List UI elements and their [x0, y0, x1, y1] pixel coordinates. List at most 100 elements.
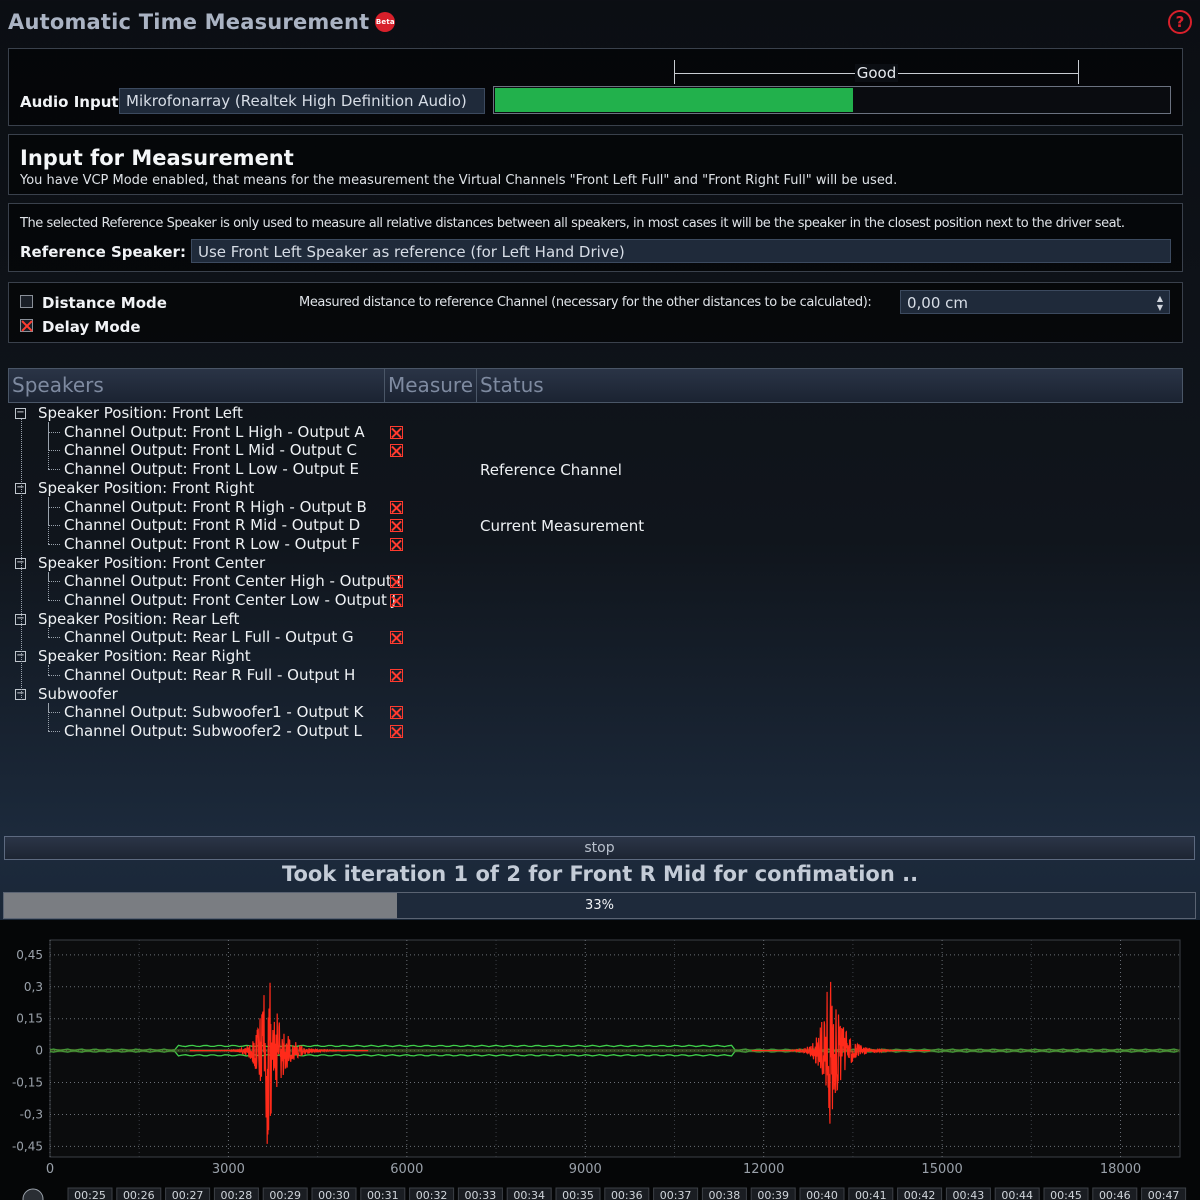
measurement-progress-bar: 33% — [3, 892, 1196, 919]
speaker-position-row[interactable]: Speaker Position: Rear Left — [38, 610, 239, 628]
distance-spinbox[interactable]: 0,00 cm ▲ ▼ — [900, 290, 1170, 314]
help-icon[interactable]: ? — [1168, 10, 1192, 34]
channel-output-row[interactable]: Channel Output: Front R High - Output B — [64, 498, 367, 516]
timeline-label: 00:27 — [172, 1189, 204, 1200]
timeline-label: 00:45 — [1050, 1189, 1082, 1200]
timeline-label: 00:37 — [660, 1189, 692, 1200]
speaker-position-row[interactable]: Subwoofer — [38, 685, 118, 703]
x-tick-label: 9000 — [569, 1162, 602, 1177]
y-tick-label: -0,3 — [20, 1107, 43, 1121]
tree-item-label: Speaker Position: Front Right — [38, 478, 255, 497]
measure-checkbox[interactable] — [390, 444, 403, 458]
y-tick-label: 0,15 — [16, 1012, 43, 1026]
measurement-input-description: You have VCP Mode enabled, that means fo… — [20, 173, 898, 188]
tree-item-label: Channel Output: Front Center High - Outp… — [64, 572, 401, 591]
channel-output-row[interactable]: Channel Output: Front R Low - Output F — [64, 535, 360, 553]
timeline-label: 00:32 — [416, 1189, 448, 1200]
channel-output-row[interactable]: Channel Output: Front L Mid - Output C — [64, 441, 357, 459]
y-tick-label: -0,45 — [12, 1139, 43, 1153]
tree-item-label: Channel Output: Rear R Full - Output H — [64, 665, 356, 684]
x-tick-label: 15000 — [921, 1162, 962, 1177]
distance-mode-checkbox[interactable] — [20, 295, 33, 308]
distance-label: Measured distance to reference Channel (… — [299, 295, 872, 310]
timeline-label: 00:30 — [318, 1189, 350, 1200]
speaker-position-row[interactable]: Speaker Position: Front Left — [38, 404, 243, 422]
collapse-toggle-icon[interactable]: − — [15, 408, 26, 419]
timeline-label: 00:36 — [611, 1189, 643, 1200]
measure-checkbox[interactable] — [390, 594, 403, 607]
delay-mode-label: Delay Mode — [42, 318, 141, 336]
speaker-position-row[interactable]: Speaker Position: Front Center — [38, 554, 265, 572]
tree-item-label: Speaker Position: Rear Left — [38, 609, 240, 628]
column-speakers[interactable]: Speakers — [9, 369, 385, 402]
timeline-label: 00:31 — [367, 1189, 399, 1200]
channel-output-row[interactable]: Channel Output: Rear L Full - Output G — [64, 628, 354, 646]
reference-speaker-select[interactable]: Use Front Left Speaker as reference (for… — [191, 239, 1171, 263]
column-status[interactable]: Status — [477, 369, 1177, 402]
y-tick-label: 0 — [35, 1044, 43, 1058]
progress-label: 33% — [585, 898, 614, 913]
delay-mode-checkbox[interactable] — [20, 319, 33, 332]
channel-output-row[interactable]: Channel Output: Front Center Low - Outpu… — [64, 591, 396, 609]
level-good-range: Good — [674, 60, 1079, 84]
channel-output-row[interactable]: Channel Output: Front Center High - Outp… — [64, 572, 401, 590]
audio-input-label: Audio Input: — [20, 93, 125, 111]
column-measure[interactable]: Measure — [385, 369, 477, 402]
tree-item-label: Channel Output: Front R Low - Output F — [64, 534, 361, 553]
y-tick-label: 0,45 — [16, 948, 43, 962]
tree-item-label: Speaker Position: Rear Right — [38, 647, 251, 666]
x-tick-label: 18000 — [1100, 1162, 1141, 1177]
measure-checkbox[interactable] — [390, 724, 403, 738]
measure-checkbox[interactable] — [390, 519, 403, 533]
timeline-label: 00:25 — [74, 1189, 106, 1200]
measure-checkbox[interactable] — [390, 500, 403, 514]
tree-item-label: Channel Output: Front L Low - Output E — [64, 460, 359, 479]
distance-value: 0,00 cm — [907, 294, 969, 312]
channel-output-row[interactable]: Channel Output: Front L High - Output A — [64, 423, 365, 441]
x-tick-label: 0 — [46, 1162, 54, 1177]
channel-output-row[interactable]: Channel Output: Rear R Full - Output H — [64, 666, 355, 684]
page-title-text: Automatic Time Measurement — [8, 10, 370, 34]
audio-level-meter — [493, 86, 1171, 114]
timeline-label: 00:34 — [513, 1189, 545, 1200]
timeline-label: 00:39 — [757, 1189, 789, 1200]
measure-checkbox[interactable] — [390, 575, 403, 589]
measure-checkbox[interactable] — [390, 668, 403, 682]
timeline-label: 00:47 — [1148, 1189, 1180, 1200]
spinner-arrows-icon[interactable]: ▲ ▼ — [1157, 294, 1163, 312]
channel-output-row[interactable]: Channel Output: Subwoofer1 - Output K — [64, 703, 363, 721]
tree-item-label: Speaker Position: Front Left — [38, 404, 243, 422]
speaker-position-row[interactable]: Speaker Position: Front Right — [38, 479, 254, 497]
speakers-table-header: Speakers Measure Status — [8, 368, 1183, 403]
reference-note: The selected Reference Speaker is only u… — [20, 216, 1125, 231]
channel-output-row[interactable]: Channel Output: Subwoofer2 - Output L — [64, 722, 362, 740]
measure-checkbox[interactable] — [390, 631, 403, 645]
page-title: Automatic Time Measurement Beta — [8, 10, 396, 34]
tree-item-label: Subwoofer — [38, 684, 118, 703]
timeline-label: 00:33 — [465, 1189, 497, 1200]
distance-mode-label: Distance Mode — [42, 294, 167, 312]
audio-input-select[interactable]: Mikrofonarray (Realtek High Definition A… — [119, 88, 485, 114]
measure-checkbox[interactable] — [390, 425, 403, 439]
y-tick-label: 0,3 — [24, 980, 43, 994]
speaker-position-row[interactable]: Speaker Position: Rear Right — [38, 647, 251, 665]
timeline-label: 00:38 — [709, 1189, 741, 1200]
timeline-label: 00:26 — [123, 1189, 155, 1200]
tree-item-label: Channel Output: Front Center Low - Outpu… — [64, 591, 397, 609]
tree-item-label: Channel Output: Front L Mid - Output C — [64, 441, 358, 460]
tree-item-label: Speaker Position: Front Center — [38, 553, 266, 572]
timeline-label: 00:46 — [1099, 1189, 1131, 1200]
waveform-chart: 0,45 0,3 0,15 0 -0,15 -0,3 -0,45 0 3000 6000 9000 1… — [0, 920, 1200, 1200]
channel-output-row[interactable]: Channel Output: Front R Mid - Output D — [64, 516, 360, 534]
timeline-label: 00:35 — [562, 1189, 594, 1200]
measure-checkbox[interactable] — [390, 706, 403, 720]
timeline-label: 00:42 — [904, 1189, 936, 1200]
channel-output-row[interactable]: Channel Output: Front L Low - Output E — [64, 460, 359, 478]
timeline-label: 00:43 — [953, 1189, 985, 1200]
tree-item-label: Channel Output: Subwoofer1 - Output K — [64, 703, 364, 722]
tree-item-label: Channel Output: Front L High - Output A — [64, 422, 365, 441]
reference-speaker-label: Reference Speaker: — [20, 243, 186, 261]
measure-checkbox[interactable] — [390, 537, 403, 551]
stop-button[interactable]: stop — [4, 836, 1195, 860]
waveform-svg: 0,450,30,150-0,15-0,3-0,450 3000 6000 9000 1… — [0, 920, 1200, 1200]
